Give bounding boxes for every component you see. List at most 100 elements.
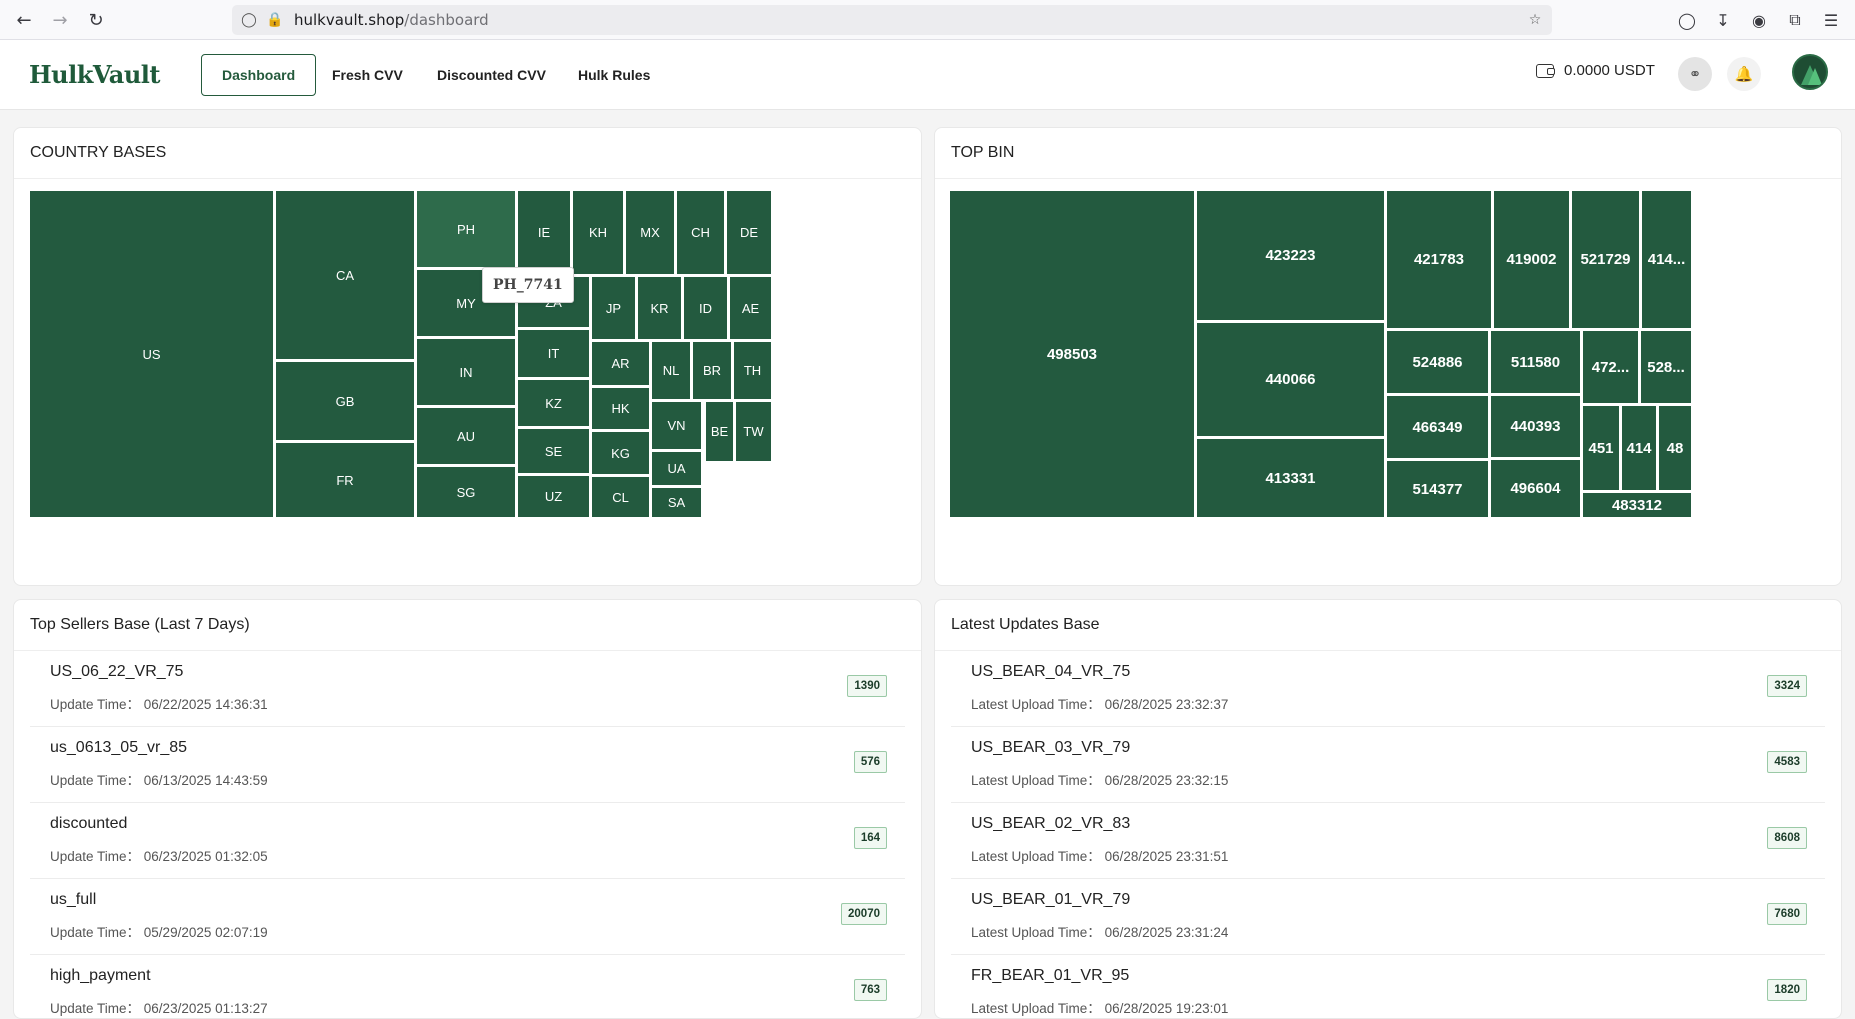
country-tile[interactable]: MX [626,191,674,274]
country-tile[interactable]: BR [693,342,731,399]
count-badge: 20070 [841,903,887,925]
bin-tile[interactable]: 524886 [1387,331,1488,393]
menu-icon[interactable]: ☰ [1820,9,1842,31]
latest-update-row[interactable]: US_BEAR_01_VR_79 Latest Upload Time： 06/2… [951,879,1825,955]
bin-tile[interactable]: 514377 [1387,461,1488,517]
country-tile[interactable]: KG [592,432,649,474]
bin-tile[interactable]: 421783 [1387,191,1491,328]
bin-tile[interactable]: 414 [1622,406,1656,490]
country-tile[interactable]: KH [573,191,623,274]
country-tile[interactable]: CA [276,191,414,359]
country-tile[interactable]: VN [652,402,701,449]
latest-update-row[interactable]: FR_BEAR_01_VR_95 Latest Upload Time： 06/2… [951,955,1825,1018]
count-badge: 1390 [847,675,887,697]
avatar[interactable] [1792,54,1828,90]
base-name: US_BEAR_02_VR_83 [971,815,1131,832]
country-tile[interactable]: TW [736,402,771,461]
country-tile[interactable]: TH [734,342,771,399]
extensions-icon[interactable]: ⧉ [1784,9,1806,31]
bin-tile[interactable]: 511580 [1491,331,1580,393]
country-tile[interactable]: AR [592,342,649,385]
bin-tile[interactable]: 451 [1583,406,1619,490]
country-tile[interactable]: KZ [518,380,589,426]
bin-tile[interactable]: 496604 [1491,460,1580,517]
country-tile[interactable]: SG [417,467,515,517]
country-tile[interactable]: IT [518,330,589,377]
latest-update-row[interactable]: US_BEAR_02_VR_83 Latest Upload Time： 06/2… [951,803,1825,879]
address-bar[interactable]: ◯ 🔒 hulkvault.shop/dashboard ☆ [232,5,1552,35]
country-tile[interactable]: US [30,191,273,517]
country-tile[interactable]: IE [518,191,570,274]
country-tile[interactable]: ID [684,277,727,339]
forward-icon[interactable]: → [48,8,72,32]
balance-text: 0.0000 USDT [1564,62,1655,79]
bin-tile[interactable]: 528... [1641,331,1691,403]
top-seller-row[interactable]: high_payment Update Time： 06/23/2025 01:1… [30,955,905,1018]
count-badge: 4583 [1767,751,1807,773]
bin-tile[interactable]: 521729 [1572,191,1639,328]
country-tile[interactable]: FR [276,443,414,517]
country-tile[interactable]: CL [592,477,649,517]
country-tile[interactable]: HK [592,388,649,429]
country-tile[interactable]: PH [417,191,515,267]
wallet-balance[interactable]: 0.0000 USDT [1536,62,1655,79]
back-icon[interactable]: ← [12,8,36,32]
country-tile[interactable]: SA [652,488,701,517]
top-seller-row[interactable]: US_06_22_VR_75 Update Time： 06/22/2025 14… [30,651,905,727]
nav-dashboard[interactable]: Dashboard [201,54,317,96]
bin-tile[interactable]: 440066 [1197,323,1384,436]
base-name: discounted [50,815,128,832]
country-tile[interactable]: JP [592,277,635,339]
latest-update-row[interactable]: US_BEAR_04_VR_75 Latest Upload Time： 06/2… [951,651,1825,727]
latest-update-row[interactable]: US_BEAR_03_VR_79 Latest Upload Time： 06/2… [951,727,1825,803]
top-seller-row[interactable]: us_full Update Time： 05/29/2025 02:07:19 2… [30,879,905,955]
bell-icon[interactable]: 🔔 [1727,57,1761,91]
update-time: Latest Upload Time： 06/28/2025 23:32:15 [971,773,1229,788]
count-badge: 1820 [1767,979,1807,1001]
logo[interactable]: HulkVault [29,60,161,89]
bin-tile[interactable]: 423223 [1197,191,1384,320]
browser-toolbar: ← → ↻ ◯ 🔒 hulkvault.shop/dashboard ☆ ◯ ↧… [0,0,1855,40]
pocket-icon[interactable]: ◯ [1676,9,1698,31]
bin-tile[interactable]: 472... [1583,331,1638,403]
nav-discounted-cvv[interactable]: Discounted CVV [417,54,566,96]
bin-tile[interactable]: 440393 [1491,396,1580,457]
country-tile[interactable]: IN [417,339,515,405]
nav-fresh-cvv[interactable]: Fresh CVV [312,54,423,96]
reload-icon[interactable]: ↻ [84,8,108,32]
bin-tile[interactable]: 48 [1659,406,1691,490]
lock-icon[interactable]: 🔒 [266,11,284,29]
country-tile[interactable]: NL [652,342,690,399]
bin-tile[interactable]: 466349 [1387,396,1488,458]
bin-tile[interactable]: 413331 [1197,439,1384,517]
country-tile[interactable]: BE [706,402,733,461]
top-seller-row[interactable]: us_0613_05_vr_85 Update Time： 06/13/2025 … [30,727,905,803]
base-name: FR_BEAR_01_VR_95 [971,967,1130,984]
country-tile[interactable]: GB [276,362,414,440]
count-badge: 576 [853,751,887,773]
treemap-tooltip: PH_7741 [482,267,574,303]
country-tile[interactable]: AU [417,408,515,464]
country-tile[interactable]: UZ [518,476,589,517]
bin-tile[interactable]: 498503 [950,191,1194,517]
bin-tile[interactable]: 414... [1642,191,1691,328]
bookmark-star-icon[interactable]: ☆ [1526,11,1544,29]
bin-tile[interactable]: 483312 [1583,493,1691,517]
country-tile[interactable]: DE [727,191,771,274]
account-icon[interactable]: ◉ [1748,9,1770,31]
country-tile[interactable]: AE [730,277,771,339]
bin-tile[interactable]: 419002 [1494,191,1569,328]
app-header: HulkVault Dashboard Fresh CVV Discounted… [0,40,1855,110]
support-headset-icon[interactable]: ⚭ [1678,57,1712,91]
nav-hulk-rules[interactable]: Hulk Rules [558,54,670,96]
url-text: hulkvault.shop/dashboard [294,11,489,29]
country-tile[interactable]: SE [518,429,589,473]
country-tile[interactable]: KR [638,277,681,339]
divider [935,178,1841,179]
country-tile[interactable]: CH [677,191,724,274]
shield-icon[interactable]: ◯ [240,11,258,29]
country-tile[interactable]: UA [652,452,701,485]
update-time: Update Time： 06/23/2025 01:13:27 [50,1001,268,1016]
download-icon[interactable]: ↧ [1712,9,1734,31]
top-seller-row[interactable]: discounted Update Time： 06/23/2025 01:32:… [30,803,905,879]
